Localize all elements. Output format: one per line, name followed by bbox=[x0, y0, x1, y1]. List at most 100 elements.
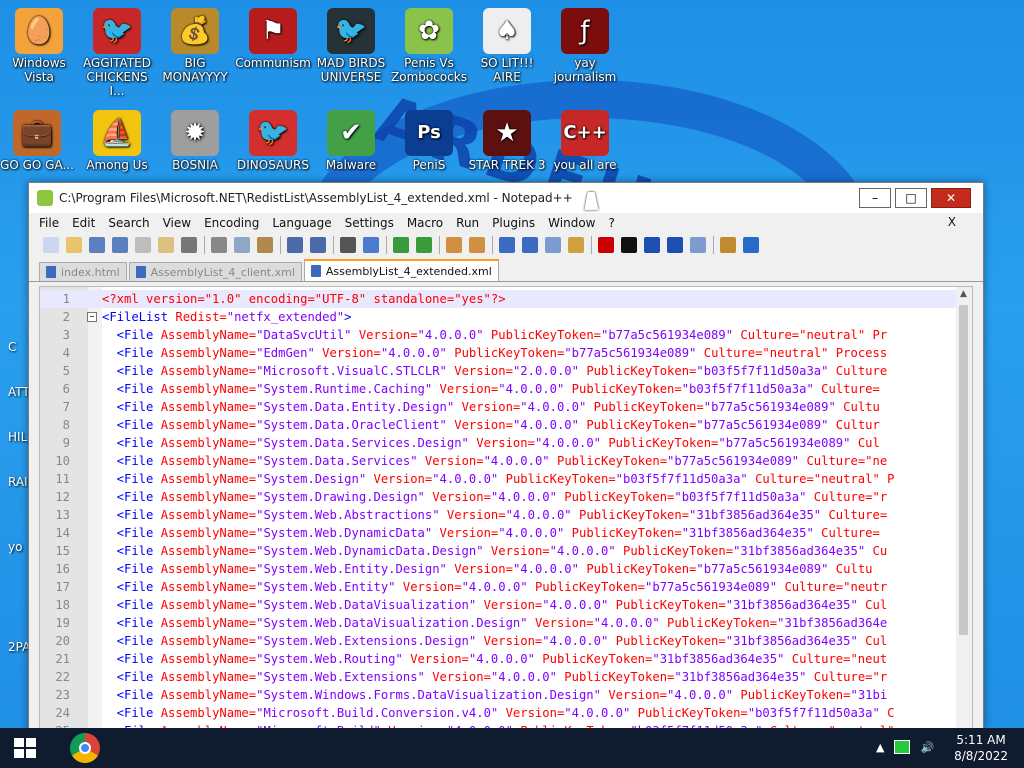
word-wrap-icon[interactable] bbox=[499, 237, 515, 253]
fold-toggle-icon[interactable]: − bbox=[87, 312, 97, 322]
desktop-icon[interactable]: 🐦 MAD BIRDS UNIVERSE bbox=[312, 8, 390, 84]
code-line[interactable]: 14 <File AssemblyName="System.Web.Dynami… bbox=[40, 524, 956, 542]
copy-icon[interactable] bbox=[234, 237, 250, 253]
desktop-icon[interactable]: 💰 BIG MONAYYYY bbox=[156, 8, 234, 84]
start-button[interactable] bbox=[14, 738, 36, 758]
code-line[interactable]: 12 <File AssemblyName="System.Drawing.De… bbox=[40, 488, 956, 506]
menu-item[interactable]: Macro bbox=[407, 216, 443, 230]
code-line[interactable]: 20 <File AssemblyName="System.Web.Extens… bbox=[40, 632, 956, 650]
desktop-icon[interactable]: ✹ BOSNIA bbox=[156, 110, 234, 172]
chrome-icon[interactable] bbox=[70, 733, 100, 763]
code-line[interactable]: 8 <File AssemblyName="System.Data.Oracle… bbox=[40, 416, 956, 434]
zoom-in-icon[interactable] bbox=[393, 237, 409, 253]
run-macro-multiple-icon[interactable] bbox=[667, 237, 683, 253]
indent-guide-icon[interactable] bbox=[545, 237, 561, 253]
menu-item[interactable]: Run bbox=[456, 216, 479, 230]
sync-horizontal-icon[interactable] bbox=[469, 237, 485, 253]
save-icon[interactable] bbox=[89, 237, 105, 253]
code-line[interactable]: 19 <File AssemblyName="System.Web.DataVi… bbox=[40, 614, 956, 632]
desktop-icon[interactable]: ✿ Penis Vs Zombococks bbox=[390, 8, 468, 84]
code-line[interactable]: 17 <File AssemblyName="System.Web.Entity… bbox=[40, 578, 956, 596]
code-line[interactable]: 1 <?xml version="1.0" encoding="UTF-8" st… bbox=[40, 290, 956, 308]
code-line[interactable]: 11 <File AssemblyName="System.Design" Ve… bbox=[40, 470, 956, 488]
sync-vertical-icon[interactable] bbox=[446, 237, 462, 253]
code-line[interactable]: 6 <File AssemblyName="System.Runtime.Cac… bbox=[40, 380, 956, 398]
code-line[interactable]: 16 <File AssemblyName="System.Web.Entity… bbox=[40, 560, 956, 578]
battery-icon[interactable] bbox=[894, 740, 911, 754]
minimize-button[interactable]: – bbox=[859, 188, 891, 208]
tray-overflow-arrow-icon[interactable]: ▲ bbox=[876, 741, 884, 754]
code-line[interactable]: 3 <File AssemblyName="DataSvcUtil" Versi… bbox=[40, 326, 956, 344]
desktop-icon[interactable]: ⚑ Communism bbox=[234, 8, 312, 70]
desktop-icon[interactable]: C++ you all are bbox=[546, 110, 624, 172]
close-icon[interactable] bbox=[135, 237, 151, 253]
save-macro-icon[interactable] bbox=[690, 237, 706, 253]
menu-item[interactable]: Window bbox=[548, 216, 595, 230]
save-all-icon[interactable] bbox=[112, 237, 128, 253]
menu-item[interactable]: View bbox=[163, 216, 191, 230]
launch-browser-icon[interactable] bbox=[720, 237, 736, 253]
code-line[interactable]: 4 <File AssemblyName="EdmGen" Version="4… bbox=[40, 344, 956, 362]
code-line[interactable]: 23 <File AssemblyName="System.Windows.Fo… bbox=[40, 686, 956, 704]
scroll-up-arrow-icon[interactable]: ▲ bbox=[960, 289, 967, 299]
volume-icon[interactable]: 🔊 bbox=[920, 741, 934, 754]
menu-item[interactable]: Plugins bbox=[492, 216, 535, 230]
close-all-icon[interactable] bbox=[158, 237, 174, 253]
replace-icon[interactable] bbox=[363, 237, 379, 253]
desktop-icon[interactable]: Ps PeniS bbox=[390, 110, 468, 172]
vertical-scrollbar[interactable]: ▲ bbox=[956, 287, 972, 730]
desktop-icon[interactable]: 🐦 AGGITATED CHICKENS I... bbox=[78, 8, 156, 98]
print-icon[interactable] bbox=[181, 237, 197, 253]
desktop-icon[interactable]: 🐦 DINOSAURS bbox=[234, 110, 312, 172]
menu-item[interactable]: Language bbox=[272, 216, 331, 230]
desktop-icon[interactable]: ✔ Malware bbox=[312, 110, 390, 172]
code-line[interactable]: 7 <File AssemblyName="System.Data.Entity… bbox=[40, 398, 956, 416]
find-icon[interactable] bbox=[340, 237, 356, 253]
stop-macro-icon[interactable] bbox=[621, 237, 637, 253]
desktop-icon[interactable]: 💼 GO GO GA... bbox=[0, 110, 76, 172]
code-line[interactable]: 13 <File AssemblyName="System.Web.Abstra… bbox=[40, 506, 956, 524]
tab-2[interactable]: AssemblyList_4_client.xml bbox=[128, 262, 302, 281]
new-file-icon[interactable] bbox=[43, 237, 59, 253]
desktop-icon[interactable]: ♠ SO LIT!!! AIRE bbox=[468, 8, 546, 84]
menu-item[interactable]: Edit bbox=[72, 216, 95, 230]
menu-item[interactable]: ? bbox=[608, 216, 614, 230]
zoom-out-icon[interactable] bbox=[416, 237, 432, 253]
code-line[interactable]: 21 <File AssemblyName="System.Web.Routin… bbox=[40, 650, 956, 668]
spellcheck-icon[interactable] bbox=[743, 237, 759, 253]
tab-3[interactable]: AssemblyList_4_extended.xml bbox=[303, 259, 499, 281]
title-bar[interactable]: C:\Program Files\Microsoft.NET\RedistLis… bbox=[29, 183, 983, 213]
menu-item[interactable]: Encoding bbox=[204, 216, 259, 230]
code-line[interactable]: 9 <File AssemblyName="System.Data.Servic… bbox=[40, 434, 956, 452]
code-line[interactable]: 15 <File AssemblyName="System.Web.Dynami… bbox=[40, 542, 956, 560]
show-all-chars-icon[interactable] bbox=[522, 237, 538, 253]
open-file-icon[interactable] bbox=[66, 237, 82, 253]
code-line[interactable]: 2 − <FileList Redist="netfx_extended"> bbox=[40, 308, 956, 326]
code-line[interactable]: 5 <File AssemblyName="Microsoft.VisualC.… bbox=[40, 362, 956, 380]
desktop-icon[interactable]: ⛵ Among Us bbox=[78, 110, 156, 172]
doc-map-icon[interactable] bbox=[568, 237, 584, 253]
desktop-icon[interactable]: ƒ yay journalism bbox=[546, 8, 624, 84]
record-macro-icon[interactable] bbox=[598, 237, 614, 253]
close-document-x[interactable]: X bbox=[948, 215, 956, 229]
code-line[interactable]: 18 <File AssemblyName="System.Web.DataVi… bbox=[40, 596, 956, 614]
scrollbar-thumb[interactable] bbox=[959, 305, 968, 635]
menu-item[interactable]: Settings bbox=[345, 216, 394, 230]
code-line[interactable]: 24 <File AssemblyName="Microsoft.Build.C… bbox=[40, 704, 956, 722]
close-button[interactable]: ✕ bbox=[931, 188, 971, 208]
undo-icon[interactable] bbox=[287, 237, 303, 253]
menu-item[interactable]: File bbox=[39, 216, 59, 230]
paste-icon[interactable] bbox=[257, 237, 273, 253]
desktop-icon[interactable]: ★ STAR TREK 3 bbox=[468, 110, 546, 172]
clock[interactable]: 5:11 AM 8/8/2022 bbox=[954, 732, 1008, 764]
editor[interactable]: 1 <?xml version="1.0" encoding="UTF-8" st… bbox=[39, 286, 973, 731]
maximize-button[interactable]: □ bbox=[895, 188, 927, 208]
play-macro-icon[interactable] bbox=[644, 237, 660, 253]
desktop-icon[interactable]: 🥚 Windows Vista bbox=[0, 8, 78, 84]
tab-1[interactable]: index.html bbox=[39, 262, 127, 281]
redo-icon[interactable] bbox=[310, 237, 326, 253]
cut-icon[interactable] bbox=[211, 237, 227, 253]
menu-item[interactable]: Search bbox=[108, 216, 149, 230]
code-line[interactable]: 22 <File AssemblyName="System.Web.Extens… bbox=[40, 668, 956, 686]
code-line[interactable]: 10 <File AssemblyName="System.Data.Servi… bbox=[40, 452, 956, 470]
